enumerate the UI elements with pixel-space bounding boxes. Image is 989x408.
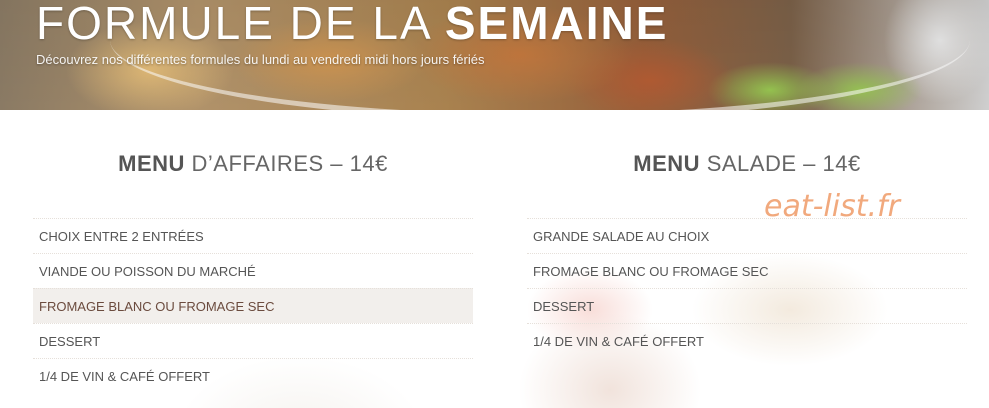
menu-heading-bold: MENU <box>118 151 185 176</box>
menu-item: VIANDE OU POISSON DU MARCHÉ <box>33 253 473 288</box>
menu-item: GRANDE SALADE AU CHOIX <box>527 218 967 253</box>
menu-salade: MENU SALADE – 14€ GRANDE SALADE AU CHOIX… <box>527 110 967 349</box>
watermark-text: eat-list.fr <box>764 189 900 224</box>
menu-item: FROMAGE BLANC OU FROMAGE SEC <box>527 253 967 288</box>
menu-item: DESSERT <box>527 288 967 323</box>
menu-list: GRANDE SALADE AU CHOIX FROMAGE BLANC OU … <box>527 218 967 358</box>
menu-heading-rest: SALADE – 14€ <box>700 151 861 176</box>
menu-item: 1/4 DE VIN & CAFÉ OFFERT <box>33 358 473 393</box>
menu-heading-rest: D’AFFAIRES – 14€ <box>184 151 388 176</box>
page-title-light: FORMULE DE LA <box>36 0 445 49</box>
page-title: FORMULE DE LA SEMAINE <box>36 0 668 46</box>
menu-affaires: MENU D’AFFAIRES – 14€ CHOIX ENTRE 2 ENTR… <box>33 110 473 384</box>
menu-item: 1/4 DE VIN & CAFÉ OFFERT <box>527 323 967 358</box>
page-title-bold: SEMAINE <box>444 0 669 49</box>
menu-heading-bold: MENU <box>633 151 701 176</box>
hero-banner: FORMULE DE LA SEMAINE Découvrez nos diff… <box>0 0 989 110</box>
menu-item: DESSERT <box>33 323 473 358</box>
menu-heading: MENU SALADE – 14€ <box>527 150 967 178</box>
menu-heading: MENU D’AFFAIRES – 14€ <box>33 150 473 178</box>
menu-item: FROMAGE BLANC OU FROMAGE SEC <box>33 288 473 323</box>
menu-list: CHOIX ENTRE 2 ENTRÉES VIANDE OU POISSON … <box>33 218 473 393</box>
page-subtitle: Découvrez nos différentes formules du lu… <box>36 52 485 67</box>
menu-item: CHOIX ENTRE 2 ENTRÉES <box>33 218 473 253</box>
